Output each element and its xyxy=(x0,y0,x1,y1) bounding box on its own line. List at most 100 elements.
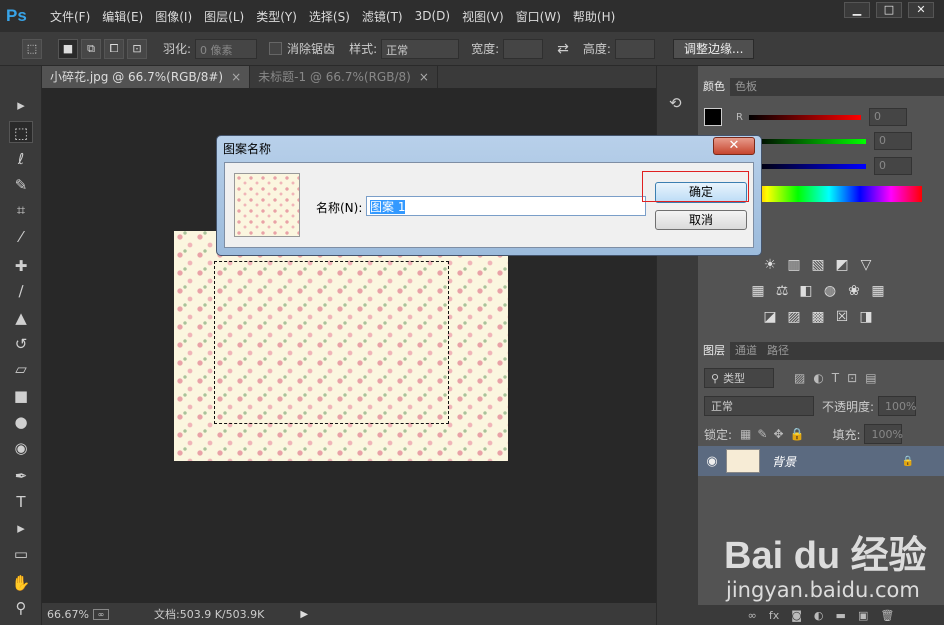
blur-tool-icon[interactable]: ● xyxy=(9,411,33,433)
bw-icon[interactable]: ◧ xyxy=(797,282,815,300)
path-select-icon[interactable]: ▸ xyxy=(9,517,33,539)
history-brush-icon[interactable]: ↺ xyxy=(9,333,33,355)
threshold-icon[interactable]: ▩ xyxy=(809,308,827,326)
marquee-preset-icon[interactable]: ⬚ xyxy=(22,38,42,59)
cancel-button[interactable]: 取消 xyxy=(655,210,747,230)
subtract-selection-icon[interactable]: ⧠ xyxy=(104,38,124,59)
green-slider[interactable] xyxy=(754,138,866,144)
height-input[interactable] xyxy=(614,38,655,59)
menu-layer[interactable]: 图层(L) xyxy=(204,8,244,25)
zoom-tool-icon[interactable]: ⚲ xyxy=(9,597,33,619)
menu-3d[interactable]: 3D(D) xyxy=(415,9,450,23)
image-canvas[interactable] xyxy=(174,231,508,461)
swap-icon[interactable]: ⇄ xyxy=(557,41,569,57)
link-icon[interactable]: ∞ xyxy=(748,609,757,622)
marquee-tool-icon[interactable]: ⬚ xyxy=(9,121,33,143)
stamp-tool-icon[interactable]: ▲ xyxy=(9,307,33,329)
invert-icon[interactable]: ◪ xyxy=(761,308,779,326)
dialog-close-button[interactable]: ✕ xyxy=(713,137,755,155)
move-tool-icon[interactable]: ▸ xyxy=(9,94,33,116)
new-selection-icon[interactable]: ■ xyxy=(58,38,78,59)
tab-channels[interactable]: 通道 xyxy=(730,342,762,360)
opacity-input[interactable]: 100% xyxy=(878,396,917,416)
photo-filter-icon[interactable]: ◍ xyxy=(821,282,839,300)
balance-icon[interactable]: ⚖ xyxy=(773,282,791,300)
close-button[interactable]: ✕ xyxy=(908,2,934,18)
b-value[interactable]: 0 xyxy=(874,157,912,175)
close-icon[interactable]: × xyxy=(419,70,429,84)
restore-button[interactable]: □ xyxy=(876,2,902,18)
fill-input[interactable]: 100% xyxy=(864,424,903,444)
tab-paths[interactable]: 路径 xyxy=(762,342,794,360)
antialias-checkbox[interactable]: 消除锯齿 xyxy=(269,40,335,57)
foreground-swatch[interactable] xyxy=(704,108,722,126)
history-icon[interactable]: ⟲ xyxy=(669,94,682,112)
eyedropper-tool-icon[interactable]: ⁄ xyxy=(9,226,33,248)
g-value[interactable]: 0 xyxy=(874,132,912,150)
minimize-button[interactable]: ▁ xyxy=(844,2,870,18)
refine-edge-button[interactable]: 调整边缘... xyxy=(672,38,755,59)
menu-window[interactable]: 窗口(W) xyxy=(516,8,561,25)
blend-mode-select[interactable]: 正常 xyxy=(704,396,814,416)
shape-tool-icon[interactable]: ▭ xyxy=(9,543,33,565)
healing-tool-icon[interactable]: ✚ xyxy=(9,255,33,277)
tab-color[interactable]: 颜色 xyxy=(698,78,730,96)
feather-input[interactable]: 0 像素 xyxy=(195,38,258,59)
lookup-icon[interactable]: ▦ xyxy=(869,282,887,300)
menu-type[interactable]: 类型(Y) xyxy=(256,8,297,25)
adjustment-icon[interactable]: ◐ xyxy=(814,609,824,622)
menu-help[interactable]: 帮助(H) xyxy=(573,8,615,25)
brightness-icon[interactable]: ☀ xyxy=(761,256,779,274)
lasso-tool-icon[interactable]: ℓ xyxy=(9,148,33,170)
checkbox-icon[interactable] xyxy=(269,42,283,55)
r-value[interactable]: 0 xyxy=(868,108,907,126)
blue-slider[interactable] xyxy=(754,163,866,169)
vibrance-icon[interactable]: ▽ xyxy=(857,256,875,274)
tab-swatches[interactable]: 色板 xyxy=(730,78,762,96)
add-selection-icon[interactable]: ⧉ xyxy=(81,38,101,59)
style-select[interactable]: 正常 xyxy=(381,38,460,59)
hue-icon[interactable]: ▦ xyxy=(749,282,767,300)
type-tool-icon[interactable]: T xyxy=(9,491,33,513)
brush-tool-icon[interactable]: ∕ xyxy=(9,280,33,302)
curves-icon[interactable]: ▧ xyxy=(809,256,827,274)
menu-select[interactable]: 选择(S) xyxy=(309,8,350,25)
pen-tool-icon[interactable]: ✒ xyxy=(9,465,33,487)
mask-icon[interactable]: ◙ xyxy=(791,609,802,622)
intersect-selection-icon[interactable]: ⊡ xyxy=(127,38,147,59)
lock-icons[interactable]: ▦✎✥🔒 xyxy=(740,427,810,441)
gradient-tool-icon[interactable]: ■ xyxy=(9,385,33,407)
menu-file[interactable]: 文件(F) xyxy=(50,8,90,25)
zoom-level[interactable]: 66.67% xyxy=(47,608,89,621)
close-icon[interactable]: × xyxy=(231,70,241,84)
new-layer-icon[interactable]: ▣ xyxy=(858,609,868,622)
layer-row-background[interactable]: ◉ 背景 🔒 xyxy=(698,446,944,476)
tab-layers[interactable]: 图层 xyxy=(698,342,730,360)
menu-filter[interactable]: 滤镜(T) xyxy=(362,8,403,25)
width-input[interactable] xyxy=(503,38,544,59)
gradient-map-icon[interactable]: ◨ xyxy=(857,308,875,326)
mixer-icon[interactable]: ❀ xyxy=(845,282,863,300)
filter-icons[interactable]: ▨◐T⊡▤ xyxy=(794,371,885,385)
eye-icon[interactable]: ◉ xyxy=(698,454,726,469)
fx-icon[interactable]: fx xyxy=(769,609,779,622)
quick-select-tool-icon[interactable]: ✎ xyxy=(9,174,33,196)
exposure-icon[interactable]: ◩ xyxy=(833,256,851,274)
posterize-icon[interactable]: ▨ xyxy=(785,308,803,326)
levels-icon[interactable]: ▥ xyxy=(785,256,803,274)
dodge-tool-icon[interactable]: ◉ xyxy=(9,437,33,459)
tab-floral[interactable]: 小碎花.jpg @ 66.7%(RGB/8#) × xyxy=(42,66,251,88)
pattern-name-input[interactable]: 图案 1 xyxy=(366,196,646,216)
tab-untitled[interactable]: 未标题-1 @ 66.7%(RGB/8) × xyxy=(250,66,438,88)
menu-edit[interactable]: 编辑(E) xyxy=(102,8,143,25)
crop-tool-icon[interactable]: ⌗ xyxy=(9,199,33,221)
status-menu-icon[interactable]: ▶ xyxy=(300,609,308,620)
color-spectrum[interactable] xyxy=(736,186,922,202)
folder-icon[interactable]: ▬ xyxy=(836,609,846,622)
menu-image[interactable]: 图像(I) xyxy=(155,8,192,25)
selective-color-icon[interactable]: ☒ xyxy=(833,308,851,326)
eraser-tool-icon[interactable]: ▱ xyxy=(9,358,33,380)
trash-icon[interactable]: 🗑 xyxy=(880,609,894,622)
hand-tool-icon[interactable]: ✋ xyxy=(9,572,33,594)
menu-view[interactable]: 视图(V) xyxy=(462,8,504,25)
